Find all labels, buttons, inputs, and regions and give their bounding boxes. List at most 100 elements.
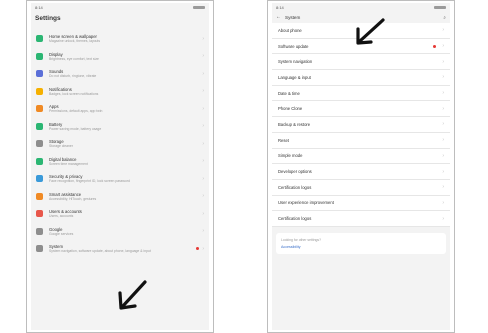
chevron-right-icon: › xyxy=(202,88,204,95)
settings-item-subtitle: Google services xyxy=(49,231,74,236)
settings-item[interactable]: Google Google services › xyxy=(31,222,209,240)
settings-item-subtitle: System navigation, software update, abou… xyxy=(49,249,151,253)
settings-item[interactable]: Apps Permissions, default apps, app twin › xyxy=(31,100,209,118)
status-time: 8:14 xyxy=(276,4,284,10)
settings-item-subtitle: Magazine unlock, themes, layouts xyxy=(49,39,101,43)
settings-item-text: Sounds Do not disturb, ringtone, vibrate xyxy=(49,69,199,79)
users-icon xyxy=(36,210,43,218)
assist-icon xyxy=(36,192,43,200)
chevron-right-icon: › xyxy=(202,123,204,130)
chevron-right-icon: › xyxy=(442,105,444,112)
settings-item-text: Storage Storage cleaner xyxy=(49,139,199,149)
system-item-label: Language & input xyxy=(278,74,311,80)
arrow-annotation-icon xyxy=(118,280,147,310)
system-item-label: Backup & restore xyxy=(278,121,311,127)
system-icon xyxy=(36,245,43,253)
settings-item[interactable]: Display Brightness, eye comfort, text siz… xyxy=(31,47,209,65)
system-item[interactable]: Date & time › xyxy=(272,85,450,102)
settings-item-text: Google Google services xyxy=(49,227,199,237)
settings-item[interactable]: Sounds Do not disturb, ringtone, vibrate › xyxy=(31,65,209,83)
sound-icon xyxy=(36,70,43,78)
settings-item-text: Apps Permissions, default apps, app twin xyxy=(49,104,199,114)
settings-item-text: Security & privacy Face recognition, fing… xyxy=(49,174,199,184)
system-screen: 8:14 ← System ⌕ About phone › Software upd… xyxy=(272,3,450,330)
settings-item-subtitle: Face recognition, fingerprint ID, lock s… xyxy=(49,179,130,183)
status-icons xyxy=(193,5,205,9)
bell-icon xyxy=(36,87,43,95)
settings-item-subtitle: Permissions, default apps, app twin xyxy=(49,109,103,113)
settings-item[interactable]: Smart assistance Accessibility, HiTouch, … xyxy=(31,187,209,205)
status-bar: 8:14 xyxy=(272,3,450,11)
chevron-right-icon: › xyxy=(442,184,444,191)
chevron-right-icon: › xyxy=(202,105,204,112)
settings-item-text: Smart assistance Accessibility, HiTouch, … xyxy=(49,192,199,202)
system-item-label: Phone Clone xyxy=(278,106,303,112)
balance-icon xyxy=(36,157,43,165)
settings-item-text: Digital balance Screen time management xyxy=(49,157,199,167)
chevron-right-icon: › xyxy=(202,140,204,147)
chevron-right-icon: › xyxy=(442,199,444,206)
left-phone-screenshot: 8:14 Settings Home screen & wallpaper Mag… xyxy=(26,0,214,333)
settings-item[interactable]: Home screen & wallpaper Magazine unlock, … xyxy=(31,30,209,48)
right-phone-screenshot: 8:14 ← System ⌕ About phone › Software upd… xyxy=(267,0,455,333)
update-badge xyxy=(433,44,437,48)
settings-item-subtitle: Screen time management xyxy=(49,161,88,166)
system-item[interactable]: System navigation › xyxy=(272,54,450,71)
storage-icon xyxy=(36,140,43,148)
chevron-right-icon: › xyxy=(442,74,444,81)
system-item[interactable]: Simple mode › xyxy=(272,148,450,165)
settings-item-text: Battery Power saving mode, battery usage xyxy=(49,122,199,132)
chevron-right-icon: › xyxy=(442,121,444,128)
system-item-label: Certification logos xyxy=(278,216,312,222)
chevron-right-icon: › xyxy=(442,215,444,222)
system-item-label: Simple mode xyxy=(278,153,303,159)
battery-icon xyxy=(36,122,43,130)
settings-item[interactable]: Notifications Badges, lock screen notific… xyxy=(31,82,209,100)
settings-item[interactable]: System System navigation, software update… xyxy=(31,240,209,258)
system-item[interactable]: Developer options › xyxy=(272,164,450,180)
settings-list: Home screen & wallpaper Magazine unlock, … xyxy=(31,30,209,258)
accessibility-link[interactable]: Accessibility xyxy=(281,245,441,249)
settings-item[interactable]: Storage Storage cleaner › xyxy=(31,135,209,153)
settings-item-text: Display Brightness, eye comfort, text siz… xyxy=(49,52,199,62)
system-item[interactable]: Certification logos › xyxy=(272,211,450,227)
system-item-label: Certification logos xyxy=(278,184,312,190)
system-item[interactable]: Language & input › xyxy=(272,70,450,86)
status-icons xyxy=(434,5,446,9)
system-item-label: System navigation xyxy=(278,59,313,65)
search-icon[interactable]: ⌕ xyxy=(443,15,446,20)
settings-item-subtitle: Do not disturb, ringtone, vibrate xyxy=(49,74,97,78)
settings-item[interactable]: Battery Power saving mode, battery usage › xyxy=(31,117,209,135)
chevron-right-icon: › xyxy=(202,193,204,200)
chevron-right-icon: › xyxy=(442,90,444,97)
settings-item[interactable]: Security & privacy Face recognition, fing… xyxy=(31,170,209,188)
status-time: 8:14 xyxy=(35,4,43,10)
settings-item-subtitle: Brightness, eye comfort, text size xyxy=(49,56,99,61)
chevron-right-icon: › xyxy=(202,70,204,77)
system-item-label: Reset xyxy=(278,137,289,143)
chevron-right-icon: › xyxy=(202,53,204,60)
chevron-right-icon: › xyxy=(442,168,444,175)
settings-item[interactable]: Users & accounts Users, accounts › xyxy=(31,205,209,223)
system-item[interactable]: Reset › xyxy=(272,132,450,149)
system-item[interactable]: Backup & restore › xyxy=(272,117,450,133)
settings-item-subtitle: Users, accounts xyxy=(49,214,74,218)
settings-item-text: Users & accounts Users, accounts xyxy=(49,209,199,219)
chevron-right-icon: › xyxy=(442,152,444,159)
suggestion-text: Looking for other settings? xyxy=(281,237,321,242)
chevron-right-icon: › xyxy=(202,175,204,182)
system-item[interactable]: Certification logos › xyxy=(272,179,450,196)
chevron-right-icon: › xyxy=(202,158,204,165)
update-badge xyxy=(196,247,200,251)
back-arrow-icon[interactable]: ← xyxy=(276,14,281,20)
system-item[interactable]: Phone Clone › xyxy=(272,101,450,118)
chevron-right-icon: › xyxy=(202,35,204,42)
page-title: Settings xyxy=(35,15,61,22)
google-icon xyxy=(36,227,43,235)
chevron-right-icon: › xyxy=(442,43,444,50)
settings-item-subtitle: Accessibility, HiTouch, gestures xyxy=(49,196,97,201)
settings-item[interactable]: Digital balance Screen time management › xyxy=(31,152,209,170)
system-item[interactable]: User experience improvement › xyxy=(272,195,450,212)
settings-item-text: Home screen & wallpaper Magazine unlock, … xyxy=(49,34,199,44)
shield-icon xyxy=(36,175,43,183)
